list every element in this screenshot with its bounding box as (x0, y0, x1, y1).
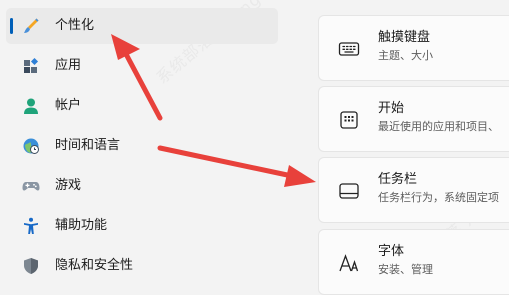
settings-sidebar: 个性化 应用 帐户 时间和语言 游戏 辅助功能 隐私和安全性 (0, 0, 290, 295)
sidebar-item-label: 辅助功能 (55, 218, 108, 233)
sidebar-item-personalization[interactable]: 个性化 (6, 8, 278, 44)
card-title: 开始 (378, 101, 405, 116)
card-subtitle: 最近使用的应用和项目、 (378, 120, 499, 133)
apps-icon (21, 56, 41, 76)
taskbar-icon (337, 179, 361, 203)
card-subtitle: 任务栏行为，系统固定项 (378, 191, 499, 204)
sidebar-item-gaming[interactable]: 游戏 (6, 168, 278, 204)
sidebar-item-label: 时间和语言 (55, 138, 121, 153)
card-subtitle: 主题、大小 (378, 49, 433, 62)
keyboard-icon (337, 37, 361, 61)
sidebar-item-label: 个性化 (55, 18, 95, 33)
card-title: 触摸键盘 (378, 30, 431, 45)
settings-card-touch-keyboard[interactable]: 触摸键盘 主题、大小 (318, 15, 509, 81)
card-title: 任务栏 (378, 172, 418, 187)
sidebar-item-time-language[interactable]: 时间和语言 (6, 128, 278, 164)
sidebar-item-label: 帐户 (55, 98, 82, 113)
sidebar-item-apps[interactable]: 应用 (6, 48, 278, 84)
globe-clock-icon (21, 136, 41, 156)
sidebar-item-label: 隐私和安全性 (55, 258, 134, 273)
shield-icon (21, 256, 41, 276)
start-icon (337, 108, 361, 132)
settings-card-start[interactable]: 开始 最近使用的应用和项目、 (318, 86, 509, 152)
personalization-settings-list: 触摸键盘 主题、大小 开始 最近使用的应用和项目、 任务栏 任务栏行为，系统固定… (318, 0, 509, 295)
sidebar-item-privacy-security[interactable]: 隐私和安全性 (6, 248, 278, 284)
card-title: 字体 (378, 244, 405, 259)
sidebar-item-label: 应用 (55, 58, 82, 73)
sidebar-item-label: 游戏 (55, 178, 82, 193)
settings-card-taskbar[interactable]: 任务栏 任务栏行为，系统固定项 (318, 157, 509, 223)
font-icon (337, 251, 361, 275)
card-subtitle: 安装、管理 (378, 263, 433, 276)
gamepad-icon (21, 176, 41, 196)
sidebar-item-accounts[interactable]: 帐户 (6, 88, 278, 124)
selection-indicator (10, 18, 13, 34)
accessibility-icon (21, 216, 41, 236)
settings-card-fonts[interactable]: 字体 安装、管理 (318, 229, 509, 295)
settings-window: 系统部落 xitongbuluo.com 系统部落 xitongbuluo.co… (0, 0, 509, 295)
account-icon (21, 96, 41, 116)
sidebar-item-accessibility[interactable]: 辅助功能 (6, 208, 278, 244)
brush-icon (21, 16, 41, 36)
